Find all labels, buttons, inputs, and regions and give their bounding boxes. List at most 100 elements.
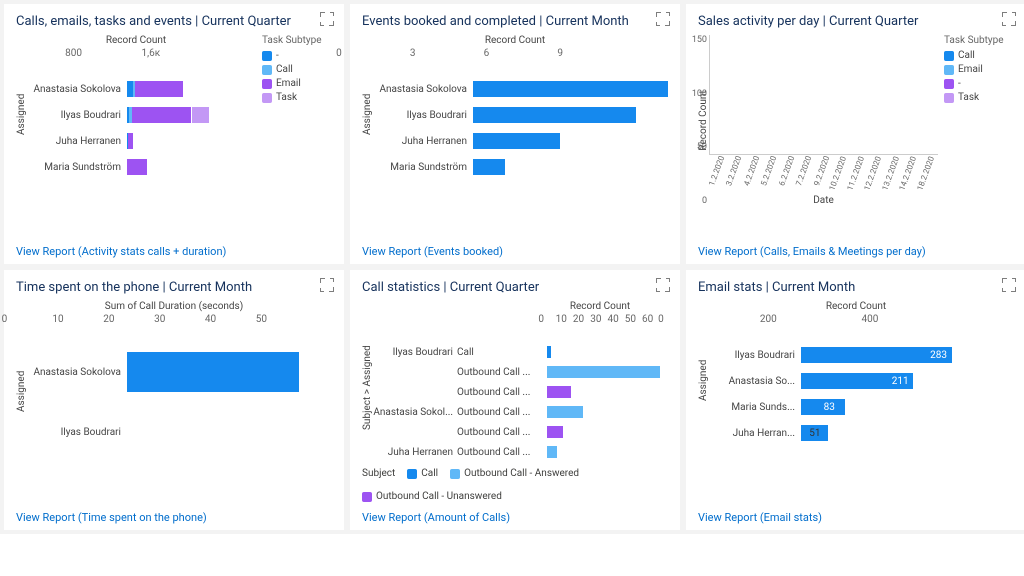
group-label: Anastasia Sokol...	[373, 407, 457, 418]
x-axis-label: Sum of Call Duration (seconds)	[16, 301, 332, 312]
sub-label: Outbound Call ...	[457, 427, 547, 438]
category-label: Anastasia Sokolova	[27, 84, 127, 95]
card-title: Email stats | Current Month	[698, 280, 1014, 295]
view-report-link[interactable]: View Report (Email stats)	[698, 505, 1014, 524]
expand-icon[interactable]	[656, 278, 670, 292]
dashboard: Calls, emails, tasks and events | Curren…	[0, 0, 1024, 534]
value-label: 83	[820, 399, 835, 415]
x-tick: 40	[607, 314, 624, 325]
bar-row: Juha Herranen	[373, 128, 668, 154]
bar-segment	[192, 107, 210, 123]
value-label: 283	[926, 347, 947, 363]
bar	[473, 81, 668, 97]
bar-segment	[128, 133, 132, 149]
x-tick: 20	[103, 314, 154, 325]
card-title: Time spent on the phone | Current Month	[16, 280, 332, 295]
card-title: Call statistics | Current Quarter	[362, 280, 668, 295]
sub-label: Outbound Call ...	[457, 367, 547, 378]
legend-item: Call	[407, 468, 438, 479]
card-events-booked: Events booked and completed | Current Mo…	[350, 4, 680, 264]
card-time-on-phone: Time spent on the phone | Current Month …	[4, 270, 344, 530]
bar	[547, 366, 660, 378]
bar-row: Ilyas Boudrari	[27, 402, 332, 462]
legend-item: Task	[944, 92, 1014, 103]
view-report-link[interactable]: View Report (Activity stats calls + dura…	[16, 239, 332, 258]
view-report-link[interactable]: View Report (Events booked)	[362, 239, 668, 258]
value-label: 51	[805, 425, 820, 441]
legend-title: Task Subtype	[944, 35, 1014, 46]
expand-icon[interactable]	[320, 278, 334, 292]
x-tick: 400	[862, 314, 964, 325]
legend-swatch	[262, 79, 272, 89]
x-tick: 50	[625, 314, 642, 325]
bar-row: Juha Herranen Outbound Call ...	[373, 442, 668, 462]
legend-swatch	[262, 51, 272, 61]
legend-item: Call	[944, 50, 1014, 61]
bar-row: Maria Sunds... 83	[709, 394, 1014, 420]
category-label: Juha Herranen	[27, 136, 127, 147]
bar-row: Maria Sundström	[373, 154, 668, 180]
card-title: Events booked and completed | Current Mo…	[362, 14, 668, 29]
x-tick: 0	[658, 314, 760, 325]
expand-icon[interactable]	[656, 12, 670, 26]
bar	[127, 352, 299, 392]
x-tick: 50	[256, 314, 307, 325]
legend-title: Subject	[362, 468, 395, 479]
bar	[547, 446, 557, 458]
y-tick: 50	[683, 142, 707, 152]
legend-item: Outbound Call - Answered	[450, 468, 579, 479]
category-label: Anastasia Sokolova	[27, 367, 127, 378]
legend-swatch	[262, 65, 272, 75]
view-report-link[interactable]: View Report (Amount of Calls)	[362, 505, 668, 524]
category-label: Juha Herran...	[709, 428, 801, 439]
category-label: Ilyas Boudrari	[709, 350, 801, 361]
legend-swatch	[944, 65, 954, 75]
expand-icon[interactable]	[1002, 278, 1016, 292]
x-axis-label: Record Count	[698, 301, 1014, 312]
bar	[547, 426, 563, 438]
legend-swatch	[944, 93, 954, 103]
x-tick: 200	[760, 314, 862, 325]
card-calls-emails-tasks-events: Calls, emails, tasks and events | Curren…	[4, 4, 344, 264]
x-tick: 1,6к	[141, 48, 217, 59]
bar-row: Anastasia So... 211	[709, 368, 1014, 394]
x-axis-label: Date	[709, 195, 938, 206]
bar-row: Anastasia Sokolova	[373, 76, 668, 102]
x-tick: 0	[336, 48, 410, 59]
view-report-link[interactable]: View Report (Calls, Emails & Meetings pe…	[698, 239, 1014, 258]
x-axis-label: Record Count	[16, 35, 256, 46]
category-label: Ilyas Boudrari	[373, 110, 473, 121]
y-axis-label: Subject > Assigned	[362, 314, 373, 462]
x-tick: 0	[2, 314, 53, 325]
x-axis-label: Record Count	[362, 301, 668, 312]
y-axis-label: Assigned	[362, 48, 373, 180]
category-label: Maria Sunds...	[709, 402, 801, 413]
legend-item: Call	[262, 64, 332, 75]
category-label: Ilyas Boudrari	[27, 110, 127, 121]
expand-icon[interactable]	[320, 12, 334, 26]
view-report-link[interactable]: View Report (Time spent on the phone)	[16, 505, 332, 524]
x-tick: 6	[484, 48, 558, 59]
x-tick: 800	[65, 48, 141, 59]
y-tick: 150	[683, 35, 707, 45]
bar-row: Ilyas Boudrari 283	[709, 342, 1014, 368]
expand-icon[interactable]	[1002, 12, 1016, 26]
y-tick: 0	[683, 196, 707, 206]
sub-label: Outbound Call ...	[457, 447, 547, 458]
x-tick: 30	[590, 314, 607, 325]
legend-swatch	[450, 469, 460, 479]
y-tick: 100	[683, 89, 707, 99]
bar-row: Juha Herran... 51	[709, 420, 1014, 446]
bar-row: Outbound Call ...	[373, 422, 668, 442]
x-tick: 30	[154, 314, 205, 325]
x-tick: 0	[0, 48, 65, 59]
legend-title: Task Subtype	[262, 35, 332, 46]
legend-swatch	[262, 93, 272, 103]
bar-row: Outbound Call ...	[373, 362, 668, 382]
x-tick: 20	[573, 314, 590, 325]
bar-row: Outbound Call ...	[373, 382, 668, 402]
card-email-stats: Email stats | Current Month Record Count…	[686, 270, 1024, 530]
y-axis-label: Assigned	[698, 314, 709, 446]
value-label: 211	[888, 373, 909, 389]
y-axis-label: Assigned	[16, 314, 27, 468]
